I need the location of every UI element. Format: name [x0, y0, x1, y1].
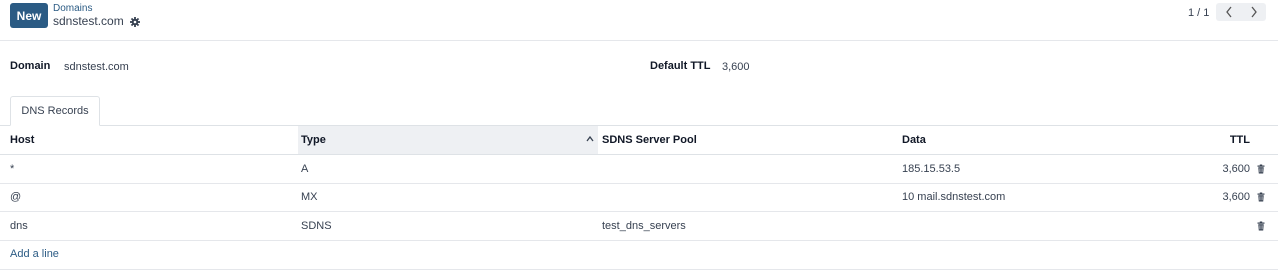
cell-host[interactable]: dns — [10, 212, 28, 240]
cell-type[interactable]: A — [301, 155, 308, 183]
cell-type[interactable]: SDNS — [301, 212, 332, 240]
column-header-data[interactable]: Data — [902, 126, 926, 154]
cell-type[interactable]: MX — [301, 183, 318, 211]
chevron-left-icon — [1225, 6, 1232, 18]
pager-buttons — [1216, 3, 1266, 21]
chevron-up-icon — [586, 135, 594, 142]
add-a-line-link[interactable]: Add a line — [10, 248, 59, 260]
default-ttl-field[interactable]: 3,600 — [722, 61, 750, 73]
table-footer-divider — [0, 269, 1278, 270]
breadcrumb-domains-link[interactable]: Domains — [53, 3, 92, 14]
column-header-type[interactable]: Type — [301, 126, 326, 154]
cell-data[interactable]: 185.15.53.5 — [902, 155, 960, 183]
pager-next-button[interactable] — [1241, 3, 1266, 21]
new-button[interactable]: New — [10, 3, 48, 28]
column-header-sdns-server-pool[interactable]: SDNS Server Pool — [602, 126, 697, 154]
cell-host[interactable]: @ — [10, 183, 21, 211]
pager-previous-button[interactable] — [1216, 3, 1241, 21]
cell-pool[interactable]: test_dns_servers — [602, 212, 686, 240]
breadcrumb-current: sdnstest.com — [53, 14, 140, 28]
default-ttl-label: Default TTL — [650, 60, 711, 72]
table-row[interactable]: @ MX 10 mail.sdnstest.com 3,600 — [0, 183, 1278, 212]
pager-value[interactable]: 1 / 1 — [1188, 7, 1209, 19]
trash-icon[interactable] — [1256, 192, 1266, 202]
trash-icon[interactable] — [1256, 221, 1266, 231]
sorted-column-highlight — [298, 126, 598, 154]
domain-label: Domain — [10, 60, 51, 72]
domain-field[interactable]: sdnstest.com — [64, 61, 129, 73]
cell-ttl[interactable] — [1190, 212, 1250, 240]
cell-data[interactable]: 10 mail.sdnstest.com — [902, 183, 1005, 211]
cell-ttl[interactable]: 3,600 — [1190, 183, 1250, 211]
gear-icon[interactable] — [129, 16, 140, 27]
trash-icon[interactable] — [1256, 164, 1266, 174]
control-panel: New Domains sdnstest.com 1 / 1 — [0, 0, 1278, 41]
cell-ttl[interactable]: 3,600 — [1190, 155, 1250, 183]
column-header-host[interactable]: Host — [10, 126, 34, 154]
record-title: sdnstest.com — [53, 14, 124, 28]
table-row[interactable]: dns SDNS test_dns_servers — [0, 212, 1278, 241]
table-row[interactable]: * A 185.15.53.5 3,600 — [0, 155, 1278, 184]
tab-dns-records[interactable]: DNS Records — [10, 96, 100, 126]
cell-host[interactable]: * — [10, 155, 14, 183]
chevron-right-icon — [1250, 6, 1257, 18]
column-header-ttl[interactable]: TTL — [1200, 126, 1250, 154]
table-header: Host Type SDNS Server Pool Data TTL — [0, 126, 1278, 155]
